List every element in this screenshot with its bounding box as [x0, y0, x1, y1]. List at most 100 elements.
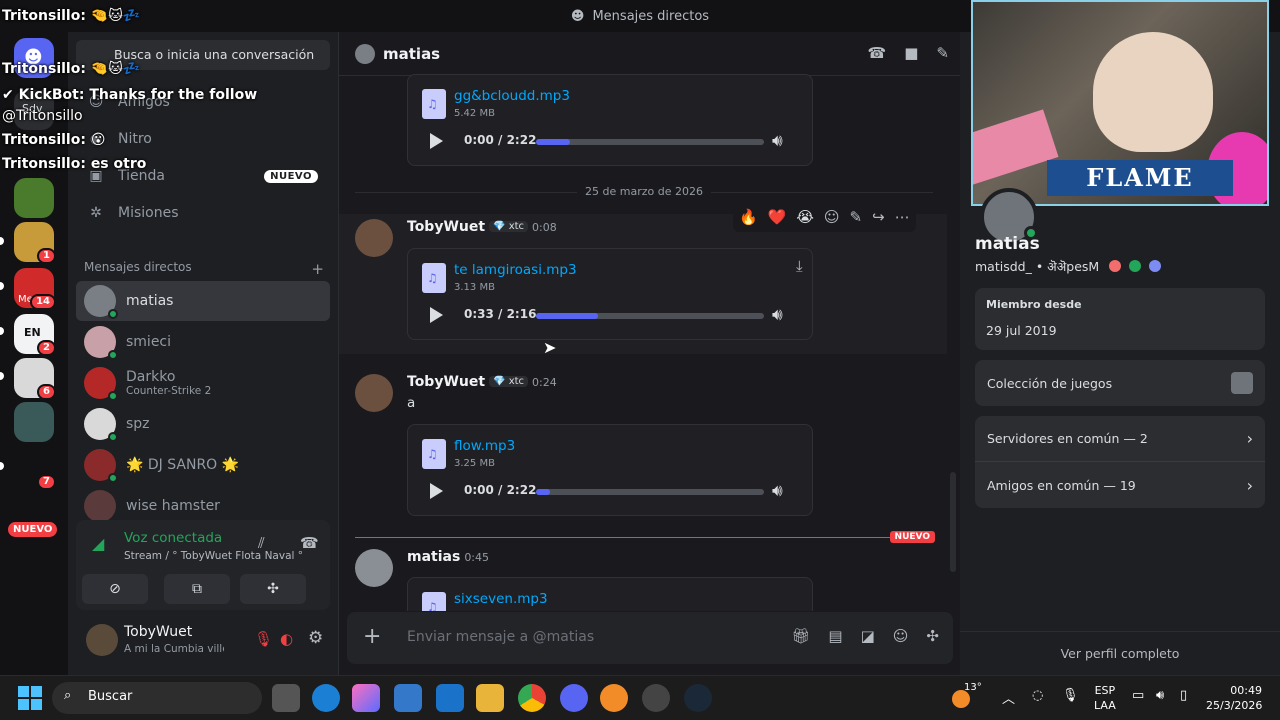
profile-username: matisdd_ • ऄऄpesM — [975, 258, 1162, 275]
recipient-name[interactable]: matias — [383, 45, 440, 63]
play-button[interactable] — [430, 307, 443, 323]
server-icon[interactable]: 1 — [14, 222, 56, 264]
chevron-right-icon: › — [1246, 475, 1253, 495]
tray-chevron-icon[interactable]: ︿ — [1002, 688, 1015, 707]
screen-share-button[interactable]: ⧉ — [164, 574, 230, 604]
video-call-icon[interactable]: ■ — [904, 44, 918, 62]
deafen-icon[interactable]: ◐ — [280, 630, 293, 648]
apps-icon[interactable]: ✣ — [926, 627, 939, 645]
file-name-link[interactable]: sixseven.mp3 — [454, 591, 548, 607]
camera-off-button[interactable]: ⊘ — [82, 574, 148, 604]
new-servers-pill[interactable]: NUEVO — [8, 522, 58, 537]
clock[interactable]: 00:49 25/3/2026 — [1206, 684, 1262, 712]
sticker-icon[interactable]: ◪ — [861, 627, 875, 645]
nav-nitro[interactable]: ◉ Nitro — [76, 121, 330, 157]
more-icon[interactable]: ⋯ — [895, 208, 910, 226]
file-explorer-icon[interactable] — [476, 684, 504, 712]
game-collection-card[interactable]: Colección de juegos — [975, 360, 1265, 406]
edge-icon[interactable] — [312, 684, 340, 712]
file-size: 5.42 MB — [454, 108, 495, 119]
add-reaction-icon[interactable]: ☺ — [824, 208, 840, 226]
scrollbar[interactable] — [950, 472, 956, 572]
steam-icon[interactable] — [684, 684, 712, 712]
add-attachment-icon[interactable]: + — [363, 624, 381, 649]
avatar — [84, 408, 118, 442]
avatar[interactable] — [355, 219, 393, 257]
file-name-link[interactable]: flow.mp3 — [454, 438, 515, 454]
view-full-profile-link[interactable]: Ver perfil completo — [960, 631, 1280, 675]
noise-suppression-icon[interactable]: ⫽ — [258, 534, 265, 552]
volume-icon[interactable]: 🔊︎ — [772, 305, 783, 325]
play-button[interactable] — [430, 133, 443, 149]
server-icon[interactable]: 7 — [14, 448, 56, 490]
server-icon[interactable] — [14, 402, 54, 442]
server-icon[interactable] — [14, 178, 54, 218]
edit-icon[interactable]: ✎ — [850, 208, 863, 226]
app-icon[interactable] — [642, 684, 670, 712]
play-button[interactable] — [430, 483, 443, 499]
message-input[interactable]: Enviar mensaje a @matias — [407, 629, 594, 645]
disconnect-icon[interactable]: ☎ — [300, 534, 319, 552]
volume-icon[interactable]: 🔊︎ — [772, 481, 783, 501]
voice-channel[interactable]: Stream / ° TobyWuet Flota Naval ° — [124, 550, 303, 562]
audio-file-icon — [422, 263, 446, 293]
file-name-link[interactable]: te lamgiroasi.mp3 — [454, 262, 577, 278]
taskbar-search[interactable]: ⌕ Buscar — [52, 682, 262, 714]
call-icon[interactable]: ☎ — [868, 44, 887, 62]
audio-progress[interactable] — [536, 139, 764, 145]
dm-item-darkko[interactable]: Darkko Counter-Strike 2 — [76, 363, 330, 403]
network-icon[interactable]: ◌ — [1032, 688, 1043, 703]
add-dm-icon[interactable]: + — [311, 260, 324, 278]
start-button[interactable] — [18, 686, 42, 710]
app-icon[interactable] — [600, 684, 628, 712]
dm-item-smieci[interactable]: smieci — [76, 322, 330, 362]
audio-time: 0:00 / 2:22 — [464, 133, 537, 147]
discord-taskbar-icon[interactable] — [560, 684, 588, 712]
outlook-icon[interactable] — [436, 684, 464, 712]
server-icon[interactable]: Me 14 — [14, 268, 56, 310]
dm-item-matias[interactable]: matias — [76, 281, 330, 321]
volume-icon[interactable]: 🔊︎ — [772, 131, 783, 151]
store-icon[interactable] — [394, 684, 422, 712]
emoji-icon[interactable]: ☺ — [893, 627, 909, 645]
audio-file-icon — [422, 439, 446, 469]
pin-icon[interactable]: ✎ — [936, 44, 949, 62]
gear-icon[interactable]: ⚙ — [308, 628, 323, 648]
mutual-servers[interactable]: Servidores en común — 2 › — [975, 416, 1265, 462]
mute-icon[interactable]: 🎙︎ — [254, 630, 273, 648]
avatar[interactable] — [86, 624, 118, 656]
audio-progress[interactable] — [536, 313, 764, 319]
activities-button[interactable]: ✣ — [240, 574, 306, 604]
gift-icon[interactable]: 🎁︎ — [791, 627, 810, 645]
volume-icon[interactable]: 🔊︎ — [1156, 688, 1164, 703]
server-icon[interactable]: 6 — [14, 358, 56, 400]
battery-icon[interactable]: ▯ — [1180, 688, 1187, 703]
avatar[interactable] — [355, 549, 393, 587]
language-indicator[interactable]: ESP LAA — [1094, 684, 1116, 712]
heart-reaction[interactable]: ❤️ — [768, 208, 787, 226]
copilot-icon[interactable] — [352, 684, 380, 712]
dm-item-djsanro[interactable]: 🌟 DJ SANRO 🌟 — [76, 445, 330, 485]
chrome-icon[interactable] — [518, 684, 546, 712]
unread-indicator — [0, 462, 4, 470]
task-view-icon[interactable] — [272, 684, 300, 712]
cry-reaction[interactable]: 😭 — [796, 208, 814, 226]
gif-icon[interactable]: ▤ — [828, 627, 842, 645]
audio-progress[interactable] — [536, 489, 764, 495]
weather-widget[interactable]: 13° — [952, 682, 982, 708]
server-icon[interactable]: EN 2 — [14, 314, 56, 356]
timestamp: 0:45 — [464, 551, 490, 564]
avatar[interactable] — [355, 374, 393, 412]
display-icon[interactable]: ▭ — [1132, 688, 1144, 703]
file-name-link[interactable]: gg&bcloudd.mp3 — [454, 88, 570, 104]
progress-fill — [536, 489, 550, 495]
fire-reaction[interactable]: 🔥 — [739, 208, 758, 226]
nav-quests[interactable]: ✲ Misiones — [76, 195, 330, 231]
download-icon[interactable]: ⤓ — [796, 257, 803, 275]
forward-icon[interactable]: ↪ — [872, 208, 885, 226]
audio-attachment: sixseven.mp3 — [407, 577, 813, 611]
badge-icon — [1109, 260, 1122, 272]
mutual-friends[interactable]: Amigos en común — 19 › — [975, 462, 1265, 508]
microphone-icon[interactable]: 🎙︎ — [1062, 688, 1079, 703]
dm-item-spz[interactable]: spz — [76, 404, 330, 444]
